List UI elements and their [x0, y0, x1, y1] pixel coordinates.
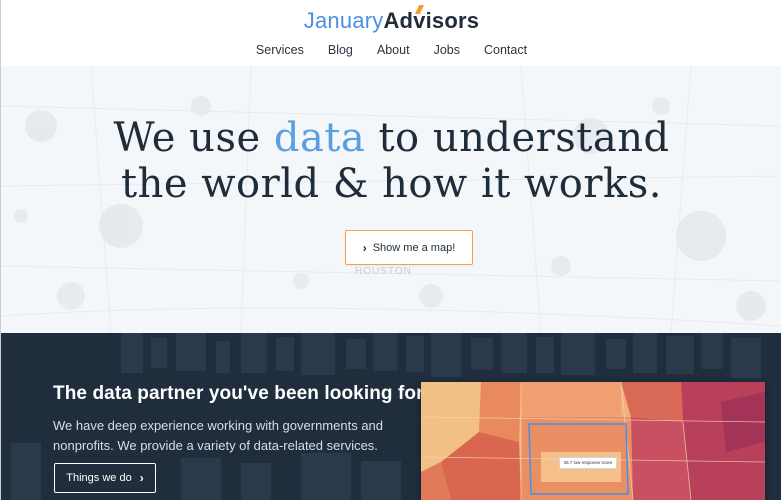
logo-text-january: January: [303, 8, 384, 33]
nav-contact[interactable]: Contact: [472, 43, 539, 57]
nav-services[interactable]: Services: [244, 43, 316, 57]
main-nav: Services Blog About Jobs Contact: [1, 43, 781, 57]
nav-about[interactable]: About: [365, 43, 422, 57]
chevron-right-icon: ›: [139, 471, 144, 485]
partner-title: The data partner you've been looking for…: [53, 383, 428, 404]
hero-headline: We use data to understand the world & ho…: [113, 115, 670, 207]
logo-text-advisors: Advisors: [383, 5, 479, 33]
things-we-do-button[interactable]: Things we do ›: [54, 463, 156, 493]
nav-blog[interactable]: Blog: [316, 43, 365, 57]
map-background-label: HOUSTON: [355, 266, 412, 277]
chevron-right-icon: ›: [362, 240, 367, 255]
logo[interactable]: JanuaryAdvisors: [1, 5, 781, 34]
partner-description: We have deep experience working with gov…: [53, 418, 384, 453]
nav-jobs[interactable]: Jobs: [422, 43, 472, 57]
partner-section: The data partner you've been looking for…: [1, 333, 781, 500]
site-header: JanuaryAdvisors Services Blog About Jobs…: [1, 0, 781, 66]
choropleth-map-preview[interactable]: [421, 382, 765, 500]
headline-highlight: data: [273, 115, 366, 161]
show-map-label: Show me a map!: [372, 241, 456, 254]
things-we-do-label: Things we do: [66, 472, 132, 484]
page: JanuaryAdvisors Services Blog About Jobs…: [0, 0, 781, 500]
show-map-button[interactable]: › Show me a map!: [345, 230, 473, 265]
hero-section: We use data to understand the world & ho…: [1, 66, 781, 333]
map-tooltip: 35.7 low response score: [559, 457, 617, 469]
choropleth-map-shapes: [421, 382, 765, 500]
